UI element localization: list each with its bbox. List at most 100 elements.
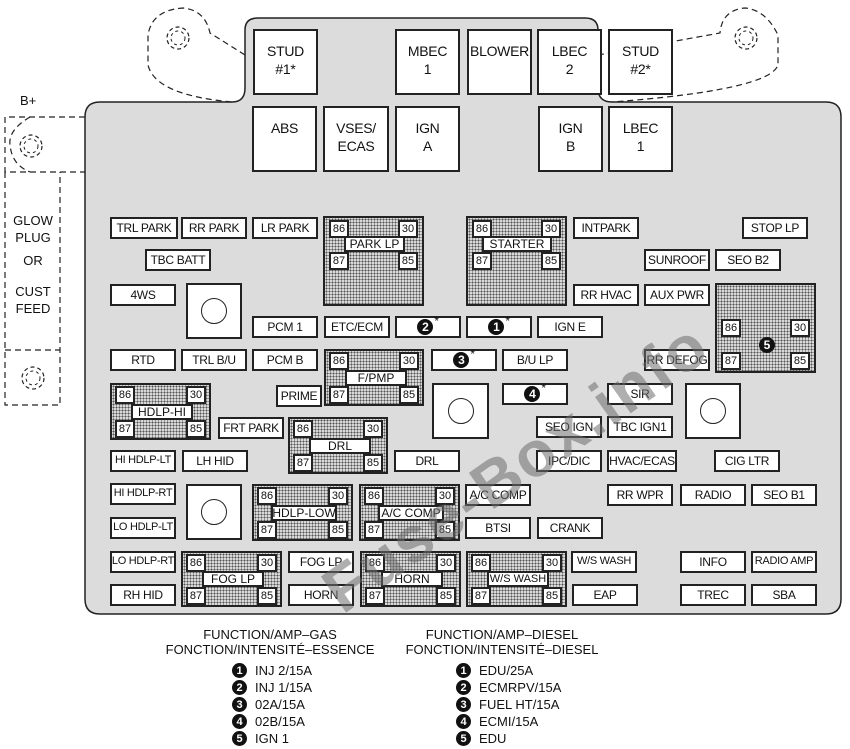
asterisk-mark: * xyxy=(505,313,510,328)
relay-label: STARTER xyxy=(482,236,552,252)
fuse-stop-lp[interactable]: STOP LP xyxy=(742,217,808,239)
fuse-radio[interactable]: RADIO xyxy=(680,484,746,506)
asterisk-mark: * xyxy=(434,313,439,328)
fuse-tbc-batt[interactable]: TBC BATT xyxy=(145,249,211,271)
bplus-label: B+ xyxy=(20,93,37,108)
fuse-rh-hid[interactable]: RH HID xyxy=(110,584,176,606)
fuse-numbered-3[interactable]: 3 * xyxy=(431,347,497,371)
fuse-sba[interactable]: SBA xyxy=(751,584,817,606)
relay-pin: 86 xyxy=(364,487,384,505)
fuse-rr-hvac[interactable]: RR HVAC xyxy=(573,284,639,306)
fuse-pcm-b[interactable]: PCM B xyxy=(252,349,318,371)
number-badge-icon: 4 xyxy=(456,714,471,729)
fuse-rr-park[interactable]: RR PARK xyxy=(181,217,247,239)
maxi-fuse-ign-a[interactable]: IGN A xyxy=(395,106,460,172)
legend-gas-item: 5 IGN 1 xyxy=(232,731,289,746)
relay-pin: 87 xyxy=(471,587,491,605)
relay-pin: 85 xyxy=(541,252,561,270)
socket-hole-icon xyxy=(201,499,227,525)
relay-park-lp[interactable]: 86 30 87 85 PARK LP xyxy=(323,216,424,306)
fuse-trec[interactable]: TREC xyxy=(680,584,746,606)
fuse-pcm1[interactable]: PCM 1 xyxy=(252,316,318,338)
fuse-trl-park[interactable]: TRL PARK xyxy=(110,217,178,239)
number-badge-icon: 5 xyxy=(232,731,247,746)
number-badge-icon: 1 xyxy=(232,663,247,678)
fuse-lh-hid[interactable]: LH HID xyxy=(182,450,248,472)
socket-hole-icon xyxy=(700,398,726,424)
fuse-rtd[interactable]: RTD xyxy=(110,349,176,371)
relay-5[interactable]: 86 30 87 85 5 xyxy=(715,283,816,373)
relay-hdlp-low[interactable]: 86 30 87 85 HDLP-LOW xyxy=(252,484,353,541)
fuse-hi-hdlp-rt[interactable]: HI HDLP-RT xyxy=(110,483,176,505)
maxi-fuse-stud2[interactable]: STUD #2* xyxy=(608,29,673,95)
relay-pin: 86 xyxy=(329,352,349,370)
relay-pin: 86 xyxy=(471,554,491,572)
relay-drl[interactable]: 86 30 87 85 DRL xyxy=(288,417,388,474)
fuse-lr-park[interactable]: LR PARK xyxy=(252,217,318,239)
fuse-lo-hdlp-lt[interactable]: LO HDLP-LT xyxy=(110,517,176,539)
fuse-ign-e[interactable]: IGN E xyxy=(537,316,603,338)
relay-fpmp[interactable]: 86 30 87 85 F/PMP xyxy=(324,349,424,406)
fuse-hi-hdlp-lt[interactable]: HI HDLP-LT xyxy=(110,450,176,472)
fuse-crank[interactable]: CRANK xyxy=(537,517,603,539)
fuse-trl-bu[interactable]: TRL B/U xyxy=(181,349,247,371)
fuse-prime[interactable]: PRIME xyxy=(276,385,322,407)
maxi-fuse-abs[interactable]: ABS xyxy=(252,106,317,172)
legend-diesel-item: 2 ECMRPV/15A xyxy=(456,680,561,695)
spare-socket[interactable] xyxy=(186,283,242,339)
spare-socket[interactable] xyxy=(186,484,242,540)
fuse-rr-wpr[interactable]: RR WPR xyxy=(607,484,673,506)
maxi-fuse-ign-b[interactable]: IGN B xyxy=(538,106,603,172)
relay-pin: 86 xyxy=(257,487,277,505)
legend-gas-title: FUNCTION/AMP–GAS FONCTION/INTENSITÉ–ESSE… xyxy=(165,627,375,657)
relay-pin: 87 xyxy=(472,252,492,270)
relay-fog-lp[interactable]: 86 30 87 85 FOG LP xyxy=(181,551,282,607)
number-badge-icon: 2 xyxy=(232,680,247,695)
fuse-4ws[interactable]: 4WS xyxy=(110,284,176,306)
maxi-fuse-blower[interactable]: BLOWER xyxy=(467,29,532,95)
legend-gas-item: 3 02A/15A xyxy=(232,697,305,712)
maxi-fuse-vses-ecas[interactable]: VSES/ECAS xyxy=(323,106,389,172)
maxi-fuse-stud1[interactable]: STUD #1* xyxy=(253,29,318,95)
fuse-hvac-ecas[interactable]: HVAC/ECAS xyxy=(607,450,677,472)
maxi-fuse-lbec2[interactable]: LBEC 2 xyxy=(537,29,602,95)
fuse-radio-amp[interactable]: RADIO AMP xyxy=(751,551,817,573)
fuse-seo-b2[interactable]: SEO B2 xyxy=(715,249,781,271)
fuse-intpark[interactable]: INTPARK xyxy=(573,217,639,239)
fuse-sunroof[interactable]: SUNROOF xyxy=(644,249,710,271)
relay-pin: 85 xyxy=(363,454,383,472)
relay-pin: 85 xyxy=(542,587,562,605)
fuse-info[interactable]: INFO xyxy=(680,551,746,573)
fuse-bu-lp[interactable]: B/U LP xyxy=(502,349,568,371)
relay-pin: 30 xyxy=(790,319,810,337)
bplus-terminal xyxy=(4,116,85,173)
relay-starter[interactable]: 86 30 87 85 STARTER xyxy=(466,216,567,306)
relay-label: F/PMP xyxy=(345,370,407,386)
number-badge-icon: 4 xyxy=(524,386,541,402)
fuse-numbered-1[interactable]: 1 * xyxy=(466,313,532,338)
fuse-seo-b1[interactable]: SEO B1 xyxy=(751,484,817,506)
spare-socket[interactable] xyxy=(432,383,489,439)
fuse-lo-hdlp-rt[interactable]: LO HDLP-RT xyxy=(110,551,176,573)
mount-tab-left xyxy=(147,7,246,103)
maxi-fuse-mbec1[interactable]: MBEC 1 xyxy=(395,29,460,95)
maxi-fuse-lbec1[interactable]: LBEC 1 xyxy=(608,106,673,172)
relay-pin: 30 xyxy=(257,554,277,572)
relay-pin: 87 xyxy=(293,454,313,472)
fuse-aux-pwr[interactable]: AUX PWR xyxy=(644,284,710,306)
relay-pin: 30 xyxy=(186,386,206,404)
relay-pin: 85 xyxy=(790,352,810,370)
relay-pin: 87 xyxy=(257,521,277,539)
fuse-etc-ecm[interactable]: ETC/ECM xyxy=(324,316,390,338)
relay-ws-wash[interactable]: 86 30 87 85 W/S WASH xyxy=(466,551,567,607)
number-badge-icon: 1 xyxy=(456,663,471,678)
fuse-cig-ltr[interactable]: CIG LTR xyxy=(714,450,780,472)
relay-hdlp-hi[interactable]: 86 30 87 85 HDLP-HI xyxy=(110,383,211,440)
fuse-ws-wash[interactable]: W/S WASH xyxy=(571,551,637,573)
relay-pin: 86 xyxy=(293,420,313,438)
legend-diesel-item: 3 FUEL HT/15A xyxy=(456,697,559,712)
fuse-eap[interactable]: EAP xyxy=(572,584,638,606)
fuse-frt-park[interactable]: FRT PARK xyxy=(218,417,284,439)
fuse-numbered-2[interactable]: 2 * xyxy=(395,313,461,338)
spare-socket[interactable] xyxy=(685,383,741,439)
